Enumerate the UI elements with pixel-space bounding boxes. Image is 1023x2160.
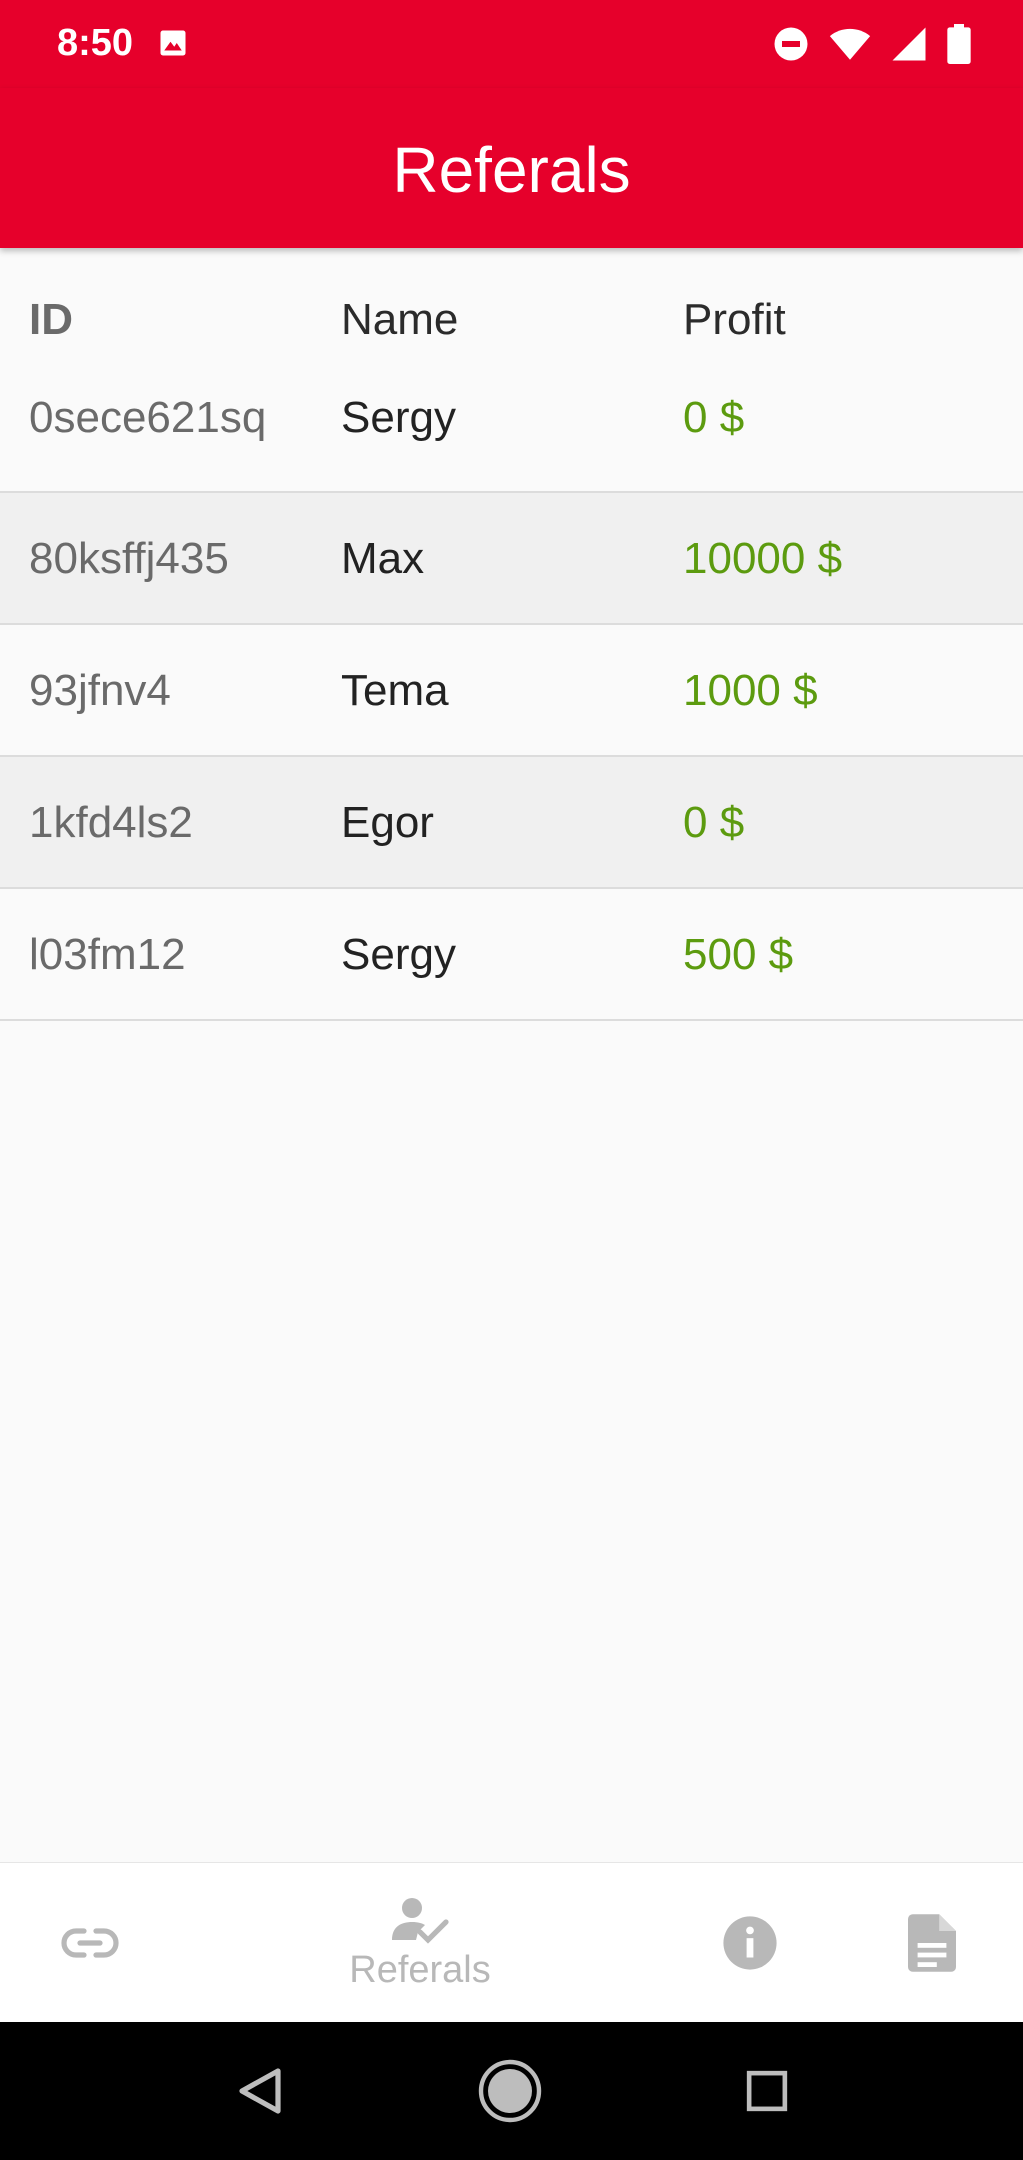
page-title: Referals bbox=[392, 134, 631, 206]
recents-icon bbox=[746, 2070, 788, 2112]
header-id: ID bbox=[29, 295, 73, 344]
back-button[interactable] bbox=[220, 2022, 300, 2160]
row-profit: 0 $ bbox=[683, 798, 745, 847]
home-icon bbox=[478, 2059, 542, 2123]
home-button[interactable] bbox=[470, 2022, 550, 2160]
bottom-navigation: Referals bbox=[0, 1862, 1023, 2023]
header-name: Name bbox=[341, 295, 459, 344]
row-name: Max bbox=[341, 534, 425, 583]
table-row[interactable]: 0sece621sq Sergy 0 $ bbox=[0, 368, 1023, 493]
battery-icon bbox=[947, 24, 971, 64]
recents-button[interactable] bbox=[727, 2022, 807, 2160]
system-navigation-bar bbox=[0, 2022, 1023, 2160]
table-row[interactable]: l03fm12 Sergy 500 $ bbox=[0, 889, 1023, 1021]
wifi-icon bbox=[829, 28, 871, 60]
row-profit: 500 $ bbox=[683, 930, 794, 979]
back-icon bbox=[239, 2068, 281, 2114]
row-id: l03fm12 bbox=[29, 930, 186, 979]
referrals-table: ID Name Profit 0sece621sq Sergy 0 $ 80ks… bbox=[0, 248, 1023, 1021]
header-profit: Profit bbox=[683, 295, 786, 344]
row-profit: 0 $ bbox=[683, 393, 745, 442]
person-check-icon bbox=[392, 1897, 449, 1944]
nav-item-referals[interactable]: Referals bbox=[320, 1863, 520, 2023]
row-name: Egor bbox=[341, 798, 434, 847]
signal-icon bbox=[892, 27, 926, 61]
link-icon bbox=[61, 1928, 119, 1958]
row-name: Tema bbox=[341, 666, 449, 715]
table-row[interactable]: 1kfd4ls2 Egor 0 $ bbox=[0, 757, 1023, 889]
row-id: 80ksffj435 bbox=[29, 534, 229, 583]
row-id: 93jfnv4 bbox=[29, 666, 171, 715]
nav-item-document[interactable] bbox=[882, 1863, 982, 2023]
nav-item-link[interactable] bbox=[40, 1863, 140, 2023]
status-bar: 8:50 bbox=[0, 0, 1023, 88]
table-header: ID Name Profit bbox=[0, 248, 1023, 368]
row-profit: 10000 $ bbox=[683, 534, 843, 583]
image-notification-icon bbox=[160, 30, 186, 56]
status-time: 8:50 bbox=[57, 22, 134, 64]
table-row[interactable]: 80ksffj435 Max 10000 $ bbox=[0, 493, 1023, 625]
row-profit: 1000 $ bbox=[683, 666, 818, 715]
nav-item-info[interactable] bbox=[700, 1863, 800, 2023]
do-not-disturb-icon bbox=[774, 27, 808, 61]
nav-label-referals: Referals bbox=[349, 1948, 491, 1991]
info-icon bbox=[723, 1916, 777, 1970]
document-icon bbox=[908, 1914, 956, 1972]
table-row[interactable]: 93jfnv4 Tema 1000 $ bbox=[0, 625, 1023, 757]
row-name: Sergy bbox=[341, 930, 456, 979]
app-bar: Referals bbox=[0, 88, 1023, 248]
row-id: 1kfd4ls2 bbox=[29, 798, 193, 847]
row-id: 0sece621sq bbox=[29, 393, 267, 442]
row-name: Sergy bbox=[341, 393, 456, 442]
